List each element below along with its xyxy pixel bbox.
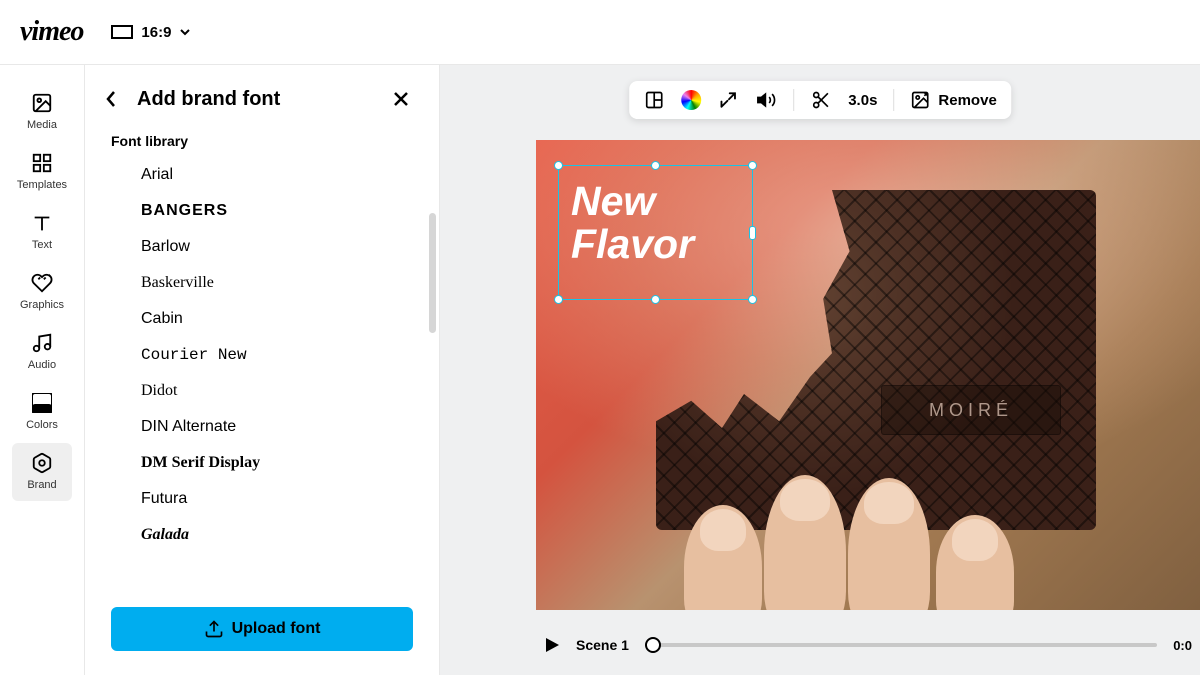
timeline-track[interactable] xyxy=(645,643,1157,647)
sidebar-item-audio[interactable]: Audio xyxy=(12,323,72,381)
font-list[interactable]: ArialBANGERSBarlowBaskervilleCabinCourie… xyxy=(85,157,439,593)
close-button[interactable] xyxy=(389,87,413,111)
trim-button[interactable] xyxy=(810,89,832,111)
sidebar-item-text[interactable]: Text xyxy=(12,203,72,261)
resize-handle[interactable] xyxy=(748,295,757,304)
color-picker-button[interactable] xyxy=(681,90,701,110)
resize-handle[interactable] xyxy=(651,295,660,304)
font-item[interactable]: DM Serif Display xyxy=(111,445,413,481)
resize-handle[interactable] xyxy=(749,226,756,240)
font-item[interactable]: Arial xyxy=(111,157,413,193)
resize-handle[interactable] xyxy=(554,161,563,170)
text-icon xyxy=(30,211,54,235)
sidebar-label: Colors xyxy=(26,419,58,431)
duration-label: 3.0s xyxy=(848,92,877,109)
canvas-toolbar: 3.0s Remove xyxy=(629,81,1011,119)
play-button[interactable] xyxy=(544,637,560,653)
fullscreen-button[interactable] xyxy=(717,89,739,111)
font-item[interactable]: Barlow xyxy=(111,229,413,265)
aspect-ratio-selector[interactable]: 16:9 xyxy=(111,24,191,41)
audio-icon xyxy=(30,331,54,355)
graphics-icon xyxy=(30,271,54,295)
sidebar-item-colors[interactable]: Colors xyxy=(12,383,72,441)
time-end: 0:0 xyxy=(1173,638,1192,653)
sidebar-label: Text xyxy=(32,239,52,251)
sidebar-item-brand[interactable]: Brand xyxy=(12,443,72,501)
resize-handle[interactable] xyxy=(748,161,757,170)
upload-icon xyxy=(204,619,224,639)
product-label: MOIRÉ xyxy=(881,385,1061,435)
sidebar-item-templates[interactable]: Templates xyxy=(12,143,72,201)
media-icon xyxy=(30,91,54,115)
aspect-label: 16:9 xyxy=(141,24,171,41)
panel-title: Add brand font xyxy=(137,88,375,111)
font-item[interactable]: Didot xyxy=(111,373,413,409)
font-item[interactable]: BANGERS xyxy=(111,193,413,229)
sidebar-label: Audio xyxy=(28,359,56,371)
scrollbar[interactable] xyxy=(429,213,436,333)
upload-label: Upload font xyxy=(232,620,321,638)
font-item[interactable]: Galada xyxy=(111,517,413,553)
font-library-header: Font library xyxy=(85,133,439,157)
canvas-area: 3.0s Remove MOIRÉ New Flavo xyxy=(440,65,1200,675)
font-item[interactable]: Futura xyxy=(111,481,413,517)
sidebar: Media Templates Text Graphics Audio xyxy=(0,65,85,675)
chevron-down-icon xyxy=(179,26,191,38)
resize-handle[interactable] xyxy=(651,161,660,170)
aspect-icon xyxy=(111,25,133,39)
back-button[interactable] xyxy=(99,87,123,111)
vimeo-logo: vimeo xyxy=(20,16,83,48)
layout-button[interactable] xyxy=(643,89,665,111)
font-item[interactable]: Baskerville xyxy=(111,265,413,301)
sidebar-label: Graphics xyxy=(20,299,64,311)
font-item[interactable]: Cabin xyxy=(111,301,413,337)
scene-label: Scene 1 xyxy=(576,637,629,653)
video-preview[interactable]: MOIRÉ New Flavor xyxy=(536,140,1200,610)
remove-button[interactable]: Remove xyxy=(910,90,996,110)
text-selection[interactable]: New Flavor xyxy=(558,165,753,300)
volume-button[interactable] xyxy=(755,89,777,111)
playhead[interactable] xyxy=(645,637,661,653)
font-item[interactable]: Courier New xyxy=(111,337,413,373)
canvas-text[interactable]: New Flavor xyxy=(559,166,752,280)
colors-icon xyxy=(30,391,54,415)
sidebar-label: Brand xyxy=(27,479,56,491)
sidebar-label: Media xyxy=(27,119,57,131)
remove-icon xyxy=(910,90,930,110)
remove-label: Remove xyxy=(938,92,996,109)
brand-font-panel: Add brand font Font library ArialBANGERS… xyxy=(85,65,440,675)
timeline: Scene 1 0:0 xyxy=(536,625,1200,665)
sidebar-item-media[interactable]: Media xyxy=(12,83,72,141)
upload-font-button[interactable]: Upload font xyxy=(111,607,413,651)
sidebar-item-graphics[interactable]: Graphics xyxy=(12,263,72,321)
font-item[interactable]: DIN Alternate xyxy=(111,409,413,445)
resize-handle[interactable] xyxy=(554,295,563,304)
templates-icon xyxy=(30,151,54,175)
sidebar-label: Templates xyxy=(17,179,67,191)
brand-icon xyxy=(30,451,54,475)
